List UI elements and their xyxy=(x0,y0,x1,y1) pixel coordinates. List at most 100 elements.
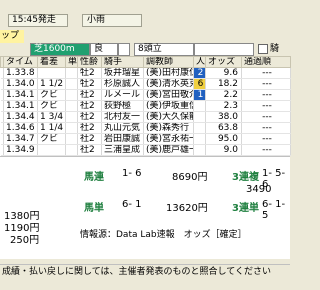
sanrentan-combo: 6- 1- 5 xyxy=(262,199,286,221)
post-time: 15:45発走 xyxy=(8,14,68,27)
jockey-cell: ルメール xyxy=(101,89,144,101)
popularity-cell xyxy=(193,111,206,123)
passing-order-cell: --- xyxy=(241,122,291,134)
odds-cell: 18.2 xyxy=(205,78,242,90)
table-row[interactable]: 1.34.9 社2 三浦皇成 (美)鹿戸雄一 9.0 --- xyxy=(0,144,291,156)
table-row[interactable]: 1.33.8 牡2 坂井瑠星 (美)田村康仁 2 9.6 --- xyxy=(0,67,291,79)
sex-age-cell: 社2 xyxy=(77,89,102,101)
table-header: タイム 着差 単 性齢 騎手 調教師 人 オッズ 通過順 xyxy=(0,56,291,68)
col-header[interactable]: 調教師 xyxy=(143,56,194,68)
sex-age-cell: 社2 xyxy=(77,133,102,145)
results-table: タイム 着差 単 性齢 騎手 調教師 人 オッズ 通過順 1.33.8 牡2 坂井瑠… xyxy=(0,56,291,156)
popularity-cell xyxy=(193,100,206,112)
col-header[interactable]: 着差 xyxy=(37,56,66,68)
col-header[interactable]: 通過順 xyxy=(241,56,291,68)
table-row[interactable]: 1.34.4 1 3/4 社2 北村友一 (美)大久保龍 38.0 --- xyxy=(0,111,291,123)
condition-spacer xyxy=(194,43,254,56)
time-cell: 1.34.4 xyxy=(3,111,38,123)
popularity-cell xyxy=(193,122,206,134)
passing-order-cell: --- xyxy=(241,111,291,123)
jockey-cell: 丸山元気 xyxy=(101,122,144,134)
data-source-info: 情報源：Data Lab速報 オッズ［確定］ xyxy=(80,230,247,240)
blank-cell xyxy=(65,144,78,156)
odds-cell: 9.6 xyxy=(205,67,242,79)
popularity-cell: 6 xyxy=(193,78,206,90)
trainer-cell: (美)大久保龍 xyxy=(143,111,194,123)
race-name-label: ップ xyxy=(0,30,24,43)
table-row[interactable]: 1.34.0 1 1/2 牡2 杉原誠人 (美)清水英克 6 18.2 --- xyxy=(0,78,291,90)
margin-cell: 1 3/4 xyxy=(37,111,66,123)
table-row[interactable]: 1.34.1 クビ 社2 ルメール (美)宮田敬介 1 2.2 --- xyxy=(0,89,291,101)
trainer-cell: (美)田村康仁 xyxy=(143,67,194,79)
sex-age-cell: 牡2 xyxy=(77,78,102,90)
weather: 小雨 xyxy=(82,14,142,27)
trainer-cell: (美)宮永祐一 xyxy=(143,133,194,145)
time-cell: 1.33.8 xyxy=(3,67,38,79)
col-header[interactable]: タイム xyxy=(3,56,38,68)
umatan-amount: 13620円 xyxy=(166,203,208,214)
table-row[interactable]: 1.34.1 クビ 社2 荻野極 (美)伊坂重信 2.3 --- xyxy=(0,100,291,112)
blank-cell xyxy=(65,122,78,134)
blank-cell xyxy=(65,78,78,90)
passing-order-cell: --- xyxy=(241,89,291,101)
col-header[interactable]: 性齢 xyxy=(77,56,102,68)
payout-amount-left: 250円 xyxy=(10,235,40,246)
blank-cell xyxy=(65,100,78,112)
time-cell: 1.34.6 xyxy=(3,122,38,134)
col-header[interactable]: 単 xyxy=(65,56,78,68)
trainer-cell: (美)清水英克 xyxy=(143,78,194,90)
margin-cell: 1 1/2 xyxy=(37,78,66,90)
umatan-combo: 6- 1 xyxy=(122,199,142,210)
time-cell: 1.34.1 xyxy=(3,89,38,101)
umaren-amount: 8690円 xyxy=(172,172,208,183)
trainer-cell: (美)宮田敬介 xyxy=(143,89,194,101)
col-header[interactable]: 人 xyxy=(193,56,206,68)
time-cell: 1.34.7 xyxy=(3,133,38,145)
jockey-cell: 三浦皇成 xyxy=(101,144,144,156)
table-row[interactable]: 1.34.6 1 1/4 社2 丸山元気 (美)森秀行 63.8 --- xyxy=(0,122,291,134)
passing-order-cell: --- xyxy=(241,100,291,112)
trainer-cell: (美)伊坂重信 xyxy=(143,100,194,112)
jockey-cell: 杉原誠人 xyxy=(101,78,144,90)
passing-order-cell: --- xyxy=(241,133,291,145)
odds-cell: 9.0 xyxy=(205,144,242,156)
sanrenpuku-amount: 3490 xyxy=(246,184,272,195)
popularity-cell xyxy=(193,144,206,156)
sex-age-cell: 牡2 xyxy=(77,67,102,79)
odds-cell: 95.0 xyxy=(205,133,242,145)
jockey-checkbox-label: 騎 xyxy=(270,44,280,54)
blank-cell xyxy=(65,89,78,101)
disclaimer-footer: 成績・払い戻しに関しては、主催者発表のものと照合してください xyxy=(0,264,290,290)
track-condition-extra xyxy=(118,43,130,56)
blank-cell xyxy=(65,67,78,79)
popularity-cell: 2 xyxy=(193,67,206,79)
payout-panel: 馬連 1- 6 8690円 3連複 1- 5- 6 3490 1380円 119… xyxy=(0,156,290,259)
trainer-cell: (美)森秀行 xyxy=(143,122,194,134)
col-header[interactable]: オッズ xyxy=(205,56,242,68)
sex-age-cell: 社2 xyxy=(77,122,102,134)
margin-cell xyxy=(37,67,66,79)
col-header[interactable]: 騎手 xyxy=(101,56,144,68)
margin-cell: クビ xyxy=(37,100,66,112)
odds-cell: 63.8 xyxy=(205,122,242,134)
blank-cell xyxy=(65,133,78,145)
track-condition: 良 xyxy=(90,43,118,56)
time-cell: 1.34.1 xyxy=(3,100,38,112)
table-row[interactable]: 1.34.7 クビ 社2 岩田康誠 (美)宮永祐一 95.0 --- xyxy=(0,133,291,145)
margin-cell: 1 1/4 xyxy=(37,122,66,134)
sex-age-cell: 社2 xyxy=(77,111,102,123)
time-cell: 1.34.9 xyxy=(3,144,38,156)
popularity-cell xyxy=(193,133,206,145)
margin-cell xyxy=(37,144,66,156)
umaren-label: 馬連 xyxy=(84,172,104,183)
blank-cell xyxy=(65,111,78,123)
jockey-cell: 荻野極 xyxy=(101,100,144,112)
popularity-cell: 1 xyxy=(193,89,206,101)
jockey-cell: 北村友一 xyxy=(101,111,144,123)
jockey-cell: 坂井瑠星 xyxy=(101,67,144,79)
trainer-cell: (美)鹿戸雄一 xyxy=(143,144,194,156)
jockey-cell: 岩田康誠 xyxy=(101,133,144,145)
sanrentan-label: 3連単 xyxy=(232,203,259,214)
odds-cell: 2.2 xyxy=(205,89,242,101)
jockey-checkbox[interactable] xyxy=(258,44,268,54)
